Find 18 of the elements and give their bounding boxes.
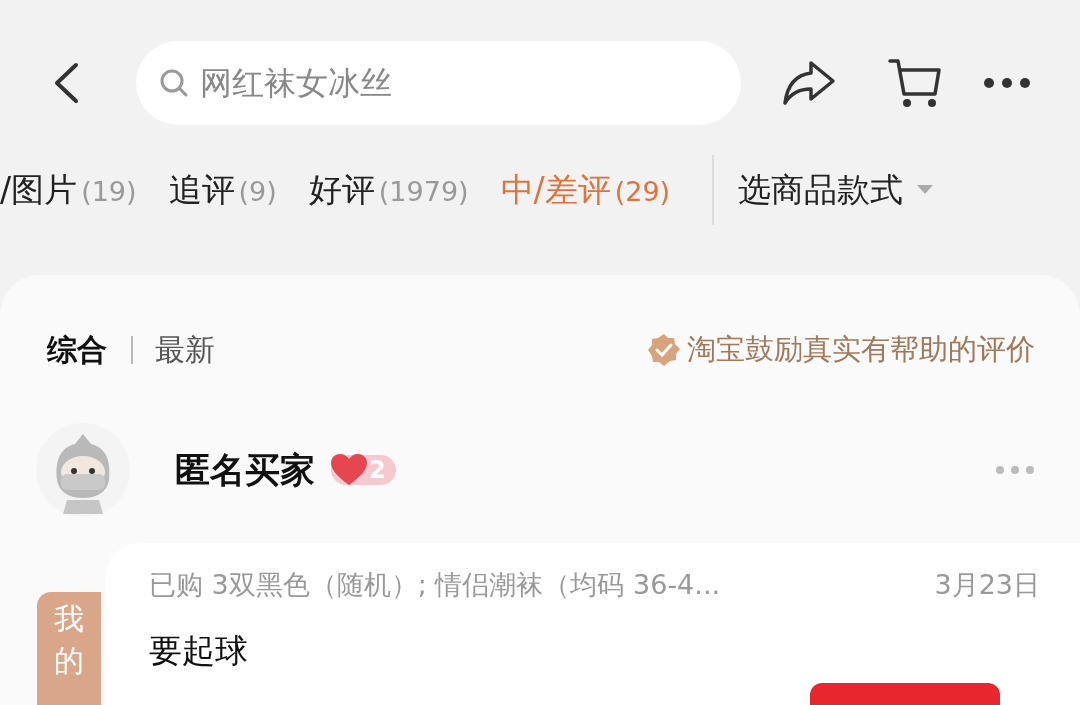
filter-tab[interactable]: 好评(1979)	[308, 167, 485, 213]
review-date: 3月23日	[934, 568, 1040, 602]
sort-option[interactable]: 综合	[35, 329, 107, 371]
search-field[interactable]: 网红袜女冰丝	[136, 40, 741, 125]
back-icon[interactable]	[52, 61, 80, 104]
badge-check-icon	[647, 333, 681, 367]
more-icon[interactable]	[983, 76, 1031, 89]
filter-tab[interactable]: /图片(19)	[0, 167, 153, 213]
filter-tab[interactable]: 追评(9)	[168, 167, 293, 213]
caret-icon	[917, 185, 934, 195]
notice-text: 淘宝鼓励真实有帮助的评价	[687, 331, 1035, 368]
purchase-info: 已购 3双黑色（随机）; 情侣潮袜（均码 36-4...	[149, 568, 721, 602]
sort-option[interactable]: 最新	[143, 329, 215, 371]
share-icon[interactable]	[781, 58, 837, 107]
style-filter-dropdown[interactable]: 选商品款式	[738, 167, 934, 213]
review-text: 要起球	[149, 630, 249, 672]
avatar-icon	[35, 422, 131, 518]
username: 匿名买家	[175, 448, 315, 492]
